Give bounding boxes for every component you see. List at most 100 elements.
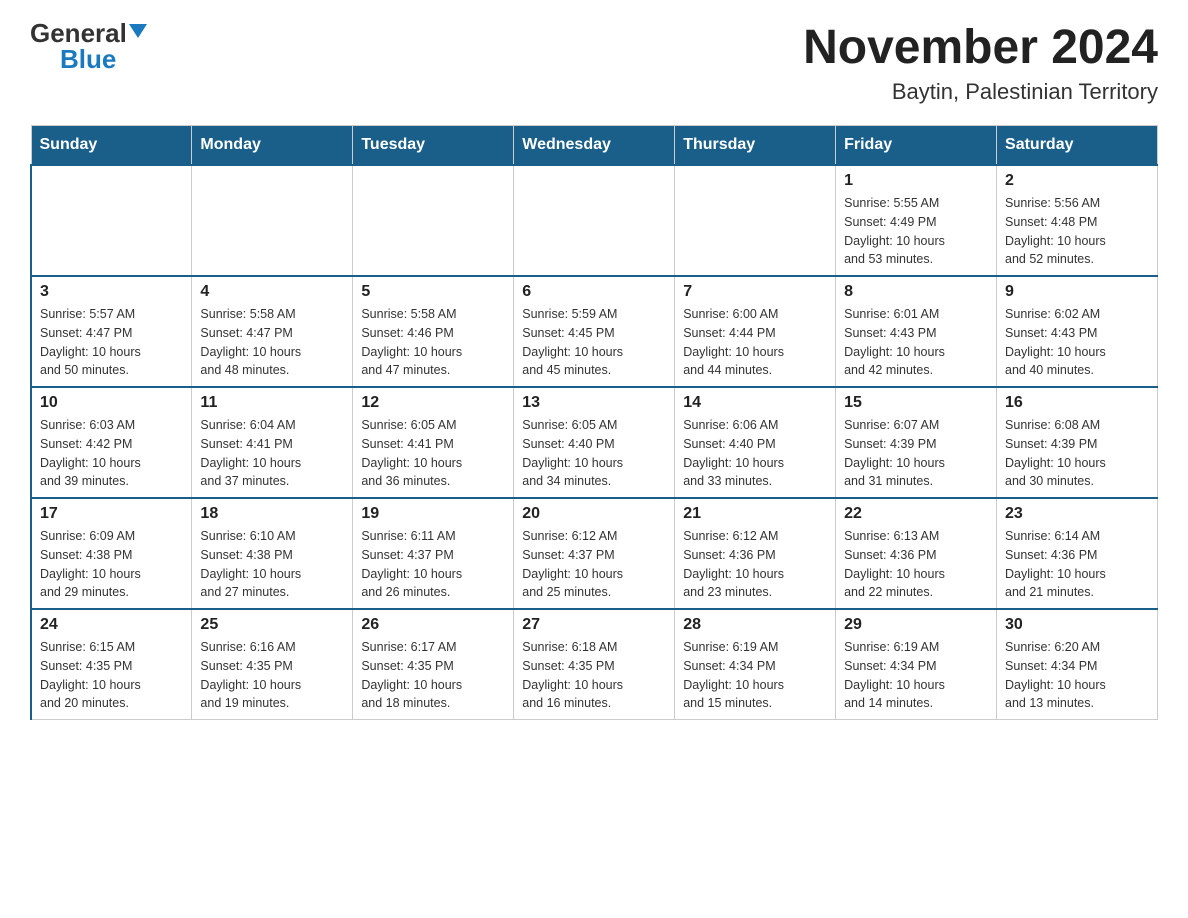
day-number: 27: [522, 616, 666, 634]
day-info: Sunrise: 6:12 AM Sunset: 4:36 PM Dayligh…: [683, 527, 827, 602]
day-number: 21: [683, 505, 827, 523]
calendar-cell: 24 Sunrise: 6:15 AM Sunset: 4:35 PM Dayli…: [31, 609, 192, 720]
calendar-cell: 5 Sunrise: 5:58 AM Sunset: 4:46 PM Daylig…: [353, 276, 514, 387]
calendar-cell: 6Sunrise: 5:59 AM Sunset: 4:45 PM Daylig…: [514, 276, 675, 387]
calendar-cell: 22 Sunrise: 6:13 AM Sunset: 4:36 PM Dayli…: [836, 498, 997, 609]
calendar-cell: 29 Sunrise: 6:19 AM Sunset: 4:34 PM Dayli…: [836, 609, 997, 720]
day-number: 20: [522, 505, 666, 523]
calendar-cell: 9 Sunrise: 6:02 AM Sunset: 4:43 PM Daylig…: [997, 276, 1158, 387]
calendar-cell: [353, 165, 514, 276]
calendar-week-row: 24 Sunrise: 6:15 AM Sunset: 4:35 PM Dayli…: [31, 609, 1158, 720]
calendar-cell: 20 Sunrise: 6:12 AM Sunset: 4:37 PM Dayli…: [514, 498, 675, 609]
day-number: 14: [683, 394, 827, 412]
col-tuesday: Tuesday: [353, 126, 514, 166]
calendar-cell: 26 Sunrise: 6:17 AM Sunset: 4:35 PM Dayli…: [353, 609, 514, 720]
day-info: Sunrise: 6:02 AM Sunset: 4:43 PM Dayligh…: [1005, 305, 1149, 380]
day-info: Sunrise: 6:19 AM Sunset: 4:34 PM Dayligh…: [844, 638, 988, 713]
calendar-table: Sunday Monday Tuesday Wednesday Thursday…: [30, 125, 1158, 720]
calendar-cell: 23 Sunrise: 6:14 AM Sunset: 4:36 PM Dayli…: [997, 498, 1158, 609]
day-number: 11: [200, 394, 344, 412]
day-info: Sunrise: 6:06 AM Sunset: 4:40 PM Dayligh…: [683, 416, 827, 491]
calendar-week-row: 10 Sunrise: 6:03 AM Sunset: 4:42 PM Dayli…: [31, 387, 1158, 498]
calendar-cell: 21 Sunrise: 6:12 AM Sunset: 4:36 PM Dayli…: [675, 498, 836, 609]
col-saturday: Saturday: [997, 126, 1158, 166]
day-number: 28: [683, 616, 827, 634]
day-number: 1: [844, 172, 988, 190]
day-number: 18: [200, 505, 344, 523]
day-number: 26: [361, 616, 505, 634]
day-info: Sunrise: 6:05 AM Sunset: 4:40 PM Dayligh…: [522, 416, 666, 491]
logo-triangle-icon: [129, 24, 147, 38]
day-number: 4: [200, 283, 344, 301]
calendar-cell: 25 Sunrise: 6:16 AM Sunset: 4:35 PM Dayli…: [192, 609, 353, 720]
day-number: 7: [683, 283, 827, 301]
day-number: 10: [40, 394, 183, 412]
day-info: Sunrise: 6:17 AM Sunset: 4:35 PM Dayligh…: [361, 638, 505, 713]
day-number: 24: [40, 616, 183, 634]
calendar-cell: [192, 165, 353, 276]
calendar-cell: 17Sunrise: 6:09 AM Sunset: 4:38 PM Dayli…: [31, 498, 192, 609]
col-thursday: Thursday: [675, 126, 836, 166]
calendar-cell: 16Sunrise: 6:08 AM Sunset: 4:39 PM Dayli…: [997, 387, 1158, 498]
day-info: Sunrise: 5:58 AM Sunset: 4:47 PM Dayligh…: [200, 305, 344, 380]
col-sunday: Sunday: [31, 126, 192, 166]
calendar-header-row: Sunday Monday Tuesday Wednesday Thursday…: [31, 126, 1158, 166]
day-info: Sunrise: 6:10 AM Sunset: 4:38 PM Dayligh…: [200, 527, 344, 602]
day-number: 25: [200, 616, 344, 634]
calendar-cell: 28 Sunrise: 6:19 AM Sunset: 4:34 PM Dayli…: [675, 609, 836, 720]
calendar-cell: 7Sunrise: 6:00 AM Sunset: 4:44 PM Daylig…: [675, 276, 836, 387]
day-info: Sunrise: 6:20 AM Sunset: 4:34 PM Dayligh…: [1005, 638, 1149, 713]
calendar-cell: 8Sunrise: 6:01 AM Sunset: 4:43 PM Daylig…: [836, 276, 997, 387]
day-info: Sunrise: 6:09 AM Sunset: 4:38 PM Dayligh…: [40, 527, 183, 602]
day-number: 3: [40, 283, 183, 301]
logo-general-text: General: [30, 20, 127, 46]
day-number: 13: [522, 394, 666, 412]
col-wednesday: Wednesday: [514, 126, 675, 166]
day-number: 15: [844, 394, 988, 412]
day-info: Sunrise: 6:04 AM Sunset: 4:41 PM Dayligh…: [200, 416, 344, 491]
day-info: Sunrise: 6:16 AM Sunset: 4:35 PM Dayligh…: [200, 638, 344, 713]
calendar-week-row: 17Sunrise: 6:09 AM Sunset: 4:38 PM Dayli…: [31, 498, 1158, 609]
day-number: 29: [844, 616, 988, 634]
day-number: 12: [361, 394, 505, 412]
day-number: 23: [1005, 505, 1149, 523]
day-number: 5: [361, 283, 505, 301]
month-year-title: November 2024: [803, 20, 1158, 75]
calendar-cell: 15Sunrise: 6:07 AM Sunset: 4:39 PM Dayli…: [836, 387, 997, 498]
title-area: November 2024 Baytin, Palestinian Territ…: [803, 20, 1158, 105]
day-info: Sunrise: 6:03 AM Sunset: 4:42 PM Dayligh…: [40, 416, 183, 491]
calendar-cell: 30Sunrise: 6:20 AM Sunset: 4:34 PM Dayli…: [997, 609, 1158, 720]
calendar-cell: 14 Sunrise: 6:06 AM Sunset: 4:40 PM Dayli…: [675, 387, 836, 498]
day-number: 19: [361, 505, 505, 523]
calendar-cell: 10 Sunrise: 6:03 AM Sunset: 4:42 PM Dayli…: [31, 387, 192, 498]
day-info: Sunrise: 6:12 AM Sunset: 4:37 PM Dayligh…: [522, 527, 666, 602]
calendar-cell: 1 Sunrise: 5:55 AM Sunset: 4:49 PM Daylig…: [836, 165, 997, 276]
logo: General Blue: [30, 20, 147, 72]
day-info: Sunrise: 5:56 AM Sunset: 4:48 PM Dayligh…: [1005, 194, 1149, 269]
day-info: Sunrise: 6:15 AM Sunset: 4:35 PM Dayligh…: [40, 638, 183, 713]
day-info: Sunrise: 6:05 AM Sunset: 4:41 PM Dayligh…: [361, 416, 505, 491]
calendar-cell: 13 Sunrise: 6:05 AM Sunset: 4:40 PM Dayli…: [514, 387, 675, 498]
calendar-cell: 12 Sunrise: 6:05 AM Sunset: 4:41 PM Dayli…: [353, 387, 514, 498]
location-subtitle: Baytin, Palestinian Territory: [803, 79, 1158, 105]
calendar-cell: 3 Sunrise: 5:57 AM Sunset: 4:47 PM Daylig…: [31, 276, 192, 387]
calendar-cell: 18 Sunrise: 6:10 AM Sunset: 4:38 PM Dayli…: [192, 498, 353, 609]
day-info: Sunrise: 5:59 AM Sunset: 4:45 PM Dayligh…: [522, 305, 666, 380]
day-info: Sunrise: 6:19 AM Sunset: 4:34 PM Dayligh…: [683, 638, 827, 713]
day-info: Sunrise: 5:55 AM Sunset: 4:49 PM Dayligh…: [844, 194, 988, 269]
day-info: Sunrise: 6:13 AM Sunset: 4:36 PM Dayligh…: [844, 527, 988, 602]
calendar-cell: 2Sunrise: 5:56 AM Sunset: 4:48 PM Daylig…: [997, 165, 1158, 276]
day-info: Sunrise: 6:14 AM Sunset: 4:36 PM Dayligh…: [1005, 527, 1149, 602]
col-friday: Friday: [836, 126, 997, 166]
calendar-cell: 4 Sunrise: 5:58 AM Sunset: 4:47 PM Daylig…: [192, 276, 353, 387]
day-info: Sunrise: 5:57 AM Sunset: 4:47 PM Dayligh…: [40, 305, 183, 380]
day-number: 9: [1005, 283, 1149, 301]
day-number: 8: [844, 283, 988, 301]
calendar-cell: 19Sunrise: 6:11 AM Sunset: 4:37 PM Dayli…: [353, 498, 514, 609]
day-number: 22: [844, 505, 988, 523]
calendar-cell: [675, 165, 836, 276]
calendar-cell: 11 Sunrise: 6:04 AM Sunset: 4:41 PM Dayli…: [192, 387, 353, 498]
day-info: Sunrise: 5:58 AM Sunset: 4:46 PM Dayligh…: [361, 305, 505, 380]
calendar-week-row: 1 Sunrise: 5:55 AM Sunset: 4:49 PM Daylig…: [31, 165, 1158, 276]
calendar-cell: 27Sunrise: 6:18 AM Sunset: 4:35 PM Dayli…: [514, 609, 675, 720]
